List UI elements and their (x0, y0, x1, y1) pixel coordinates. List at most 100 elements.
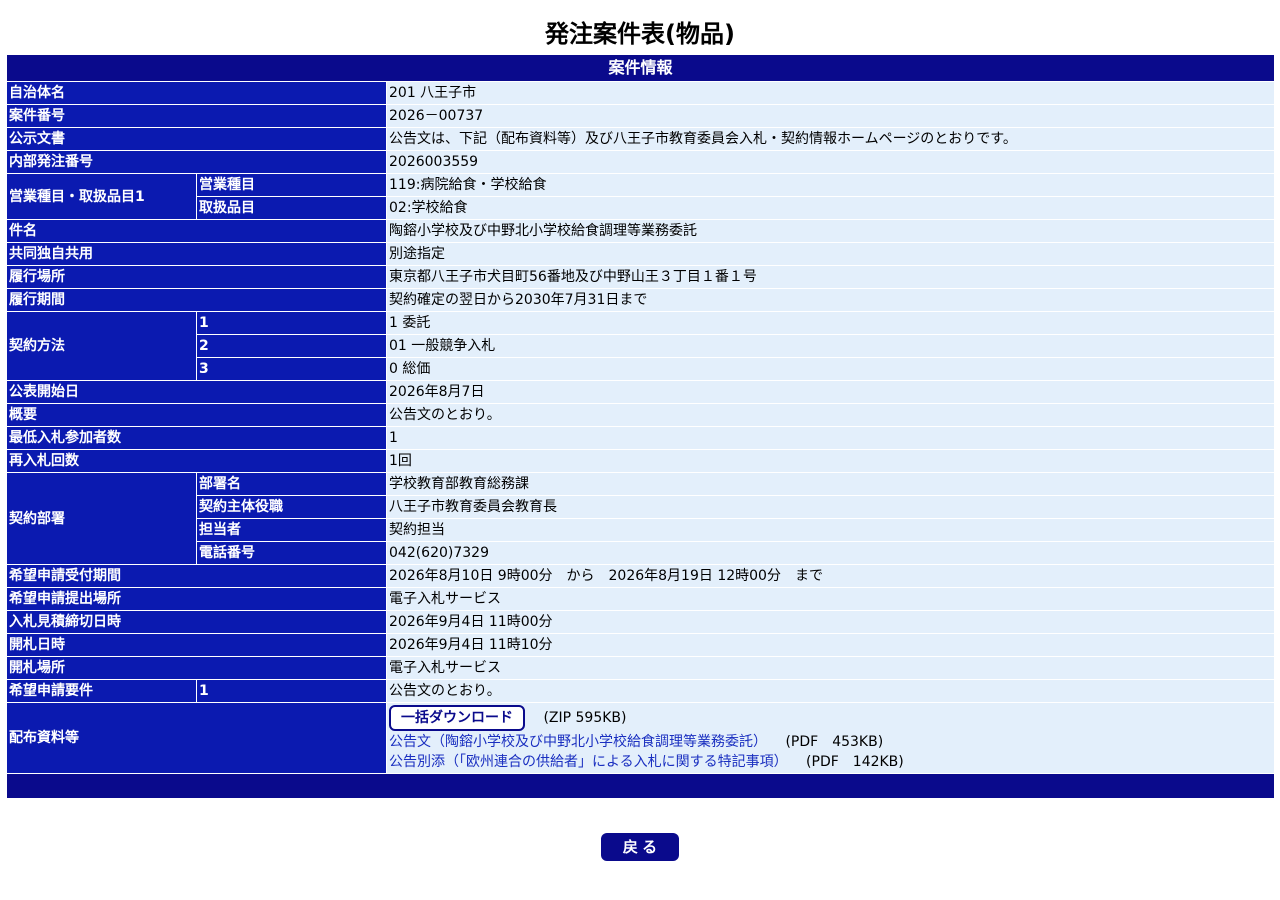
case-info-table: 案件情報 自治体名 201 八王子市 案件番号 2026－00737 公示文書 … (5, 54, 1276, 799)
opening-place-label: 開札場所 (6, 656, 387, 680)
documents-value: 一括ダウンロード (ZIP 595KB) 公告文（陶鎔小学校及び中野北小学校給食… (385, 702, 1276, 774)
case-number-label: 案件番号 (6, 104, 387, 128)
documents-label: 配布資料等 (6, 702, 387, 774)
application-requirements-num: 1 (196, 679, 387, 703)
contract-method-num: 2 (196, 334, 387, 358)
bulk-download-meta: (ZIP 595KB) (543, 710, 627, 726)
application-requirements-value: 公告文のとおり。 (385, 679, 1276, 703)
row-application-period: 希望申請受付期間 2026年8月10日 9時00分 から 2026年8月19日 … (6, 564, 1276, 588)
handled-item-label: 取扱品目 (196, 196, 387, 220)
subject-value: 陶鎔小学校及び中野北小学校給食調理等業務委託 (385, 219, 1276, 243)
department-sub-label: 契約主体役職 (196, 495, 387, 519)
section-header: 案件情報 (5, 54, 1276, 82)
row-municipality: 自治体名 201 八王子市 (6, 81, 1276, 105)
application-requirements-label: 希望申請要件 (6, 679, 197, 703)
rebid-count-value: 1回 (385, 449, 1276, 473)
row-place: 履行場所 東京都八王子市犬目町56番地及び中野山王３丁目１番１号 (6, 265, 1276, 289)
document-link-appendix[interactable]: 公告別添（「欧州連合の供給者」による入札に関する特記事項） (389, 754, 788, 770)
application-place-value: 電子入札サービス (385, 587, 1276, 611)
department-label: 契約部署 (6, 472, 197, 565)
back-button[interactable]: 戻 る (601, 833, 679, 861)
row-public-notice: 公示文書 公告文は、下記（配布資料等）及び八王子市教育委員会入札・契約情報ホーム… (6, 127, 1276, 151)
contract-method-label: 契約方法 (6, 311, 197, 381)
contract-method-value: 0 総価 (385, 357, 1276, 381)
business-type-label: 営業種目 (196, 173, 387, 197)
row-application-requirements: 希望申請要件 1 公告文のとおり。 (6, 679, 1276, 703)
period-label: 履行期間 (6, 288, 387, 312)
row-case-number: 案件番号 2026－00737 (6, 104, 1276, 128)
row-publish-date: 公表開始日 2026年8月7日 (6, 380, 1276, 404)
period-value: 契約確定の翌日から2030年7月31日まで (385, 288, 1276, 312)
row-bid-deadline: 入札見積締切日時 2026年9月4日 11時00分 (6, 610, 1276, 634)
internal-order-number-value: 2026003559 (385, 150, 1276, 174)
row-internal-order-number: 内部発注番号 2026003559 (6, 150, 1276, 174)
page: 発注案件表(物品) 案件情報 自治体名 201 八王子市 案件番号 2026－0… (0, 0, 1280, 900)
table-footer-bar (5, 773, 1276, 799)
table-footer-row (5, 773, 1276, 799)
min-bidders-value: 1 (385, 426, 1276, 450)
municipality-value: 201 八王子市 (385, 81, 1276, 105)
rebid-count-label: 再入札回数 (6, 449, 387, 473)
opening-date-value: 2026年9月4日 11時10分 (385, 633, 1276, 657)
row-department-1: 契約部署 部署名 学校教育部教育総務課 (6, 472, 1276, 565)
document-file-line: 公告別添（「欧州連合の供給者」による入札に関する特記事項） (PDF 142KB… (389, 752, 1272, 772)
department-sub-value: 042(620)7329 (385, 541, 1276, 565)
summary-value: 公告文のとおり。 (385, 403, 1276, 427)
place-label: 履行場所 (6, 265, 387, 289)
row-contract-method-3: 3 0 総価 (7, 357, 1276, 381)
row-business-category-1: 営業種目・取扱品目1 営業種目 119:病院給食・学校給食 (6, 173, 1276, 220)
row-department-4: 電話番号 042(620)7329 (7, 541, 1276, 565)
department-sub-value: 八王子市教育委員会教育長 (385, 495, 1276, 519)
row-opening-place: 開札場所 電子入札サービス (6, 656, 1276, 680)
joint-use-label: 共同独自共用 (6, 242, 387, 266)
contract-method-value: 01 一般競争入札 (385, 334, 1276, 358)
municipality-label: 自治体名 (6, 81, 387, 105)
row-documents: 配布資料等 一括ダウンロード (ZIP 595KB) 公告文（陶鎔小学校及び中野… (6, 702, 1276, 774)
subject-label: 件名 (6, 219, 387, 243)
contract-method-num: 1 (196, 311, 387, 335)
contract-method-num: 3 (196, 357, 387, 381)
place-value: 東京都八王子市犬目町56番地及び中野山王３丁目１番１号 (385, 265, 1276, 289)
summary-label: 概要 (6, 403, 387, 427)
publish-date-value: 2026年8月7日 (385, 380, 1276, 404)
contract-method-value: 1 委託 (385, 311, 1276, 335)
row-min-bidders: 最低入札参加者数 1 (6, 426, 1276, 450)
row-department-3: 担当者 契約担当 (7, 518, 1276, 542)
row-application-place: 希望申請提出場所 電子入札サービス (6, 587, 1276, 611)
row-joint-use: 共同独自共用 別途指定 (6, 242, 1276, 266)
application-period-label: 希望申請受付期間 (6, 564, 387, 588)
min-bidders-label: 最低入札参加者数 (6, 426, 387, 450)
document-meta: (PDF 142KB) (806, 754, 904, 770)
row-summary: 概要 公告文のとおり。 (6, 403, 1276, 427)
document-link-notice[interactable]: 公告文（陶鎔小学校及び中野北小学校給食調理等業務委託） (389, 734, 767, 750)
application-period-value: 2026年8月10日 9時00分 から 2026年8月19日 12時00分 まで (385, 564, 1276, 588)
row-contract-method-2: 2 01 一般競争入札 (7, 334, 1276, 358)
department-sub-label: 電話番号 (196, 541, 387, 565)
publish-date-label: 公表開始日 (6, 380, 387, 404)
row-period: 履行期間 契約確定の翌日から2030年7月31日まで (6, 288, 1276, 312)
internal-order-number-label: 内部発注番号 (6, 150, 387, 174)
row-rebid-count: 再入札回数 1回 (6, 449, 1276, 473)
row-subject: 件名 陶鎔小学校及び中野北小学校給食調理等業務委託 (6, 219, 1276, 243)
business-category-label: 営業種目・取扱品目1 (6, 173, 197, 220)
bid-deadline-label: 入札見積締切日時 (6, 610, 387, 634)
section-header-row: 案件情報 (5, 54, 1276, 82)
bulk-download-button[interactable]: 一括ダウンロード (389, 705, 525, 731)
page-title: 発注案件表(物品) (545, 20, 735, 48)
department-sub-label: 担当者 (196, 518, 387, 542)
bulk-download-line: 一括ダウンロード (ZIP 595KB) (389, 704, 1272, 732)
document-meta: (PDF 453KB) (785, 734, 884, 750)
application-place-label: 希望申請提出場所 (6, 587, 387, 611)
joint-use-value: 別途指定 (385, 242, 1276, 266)
department-sub-value: 学校教育部教育総務課 (385, 472, 1276, 496)
department-sub-value: 契約担当 (385, 518, 1276, 542)
row-contract-method-1: 契約方法 1 1 委託 (6, 311, 1276, 381)
department-sub-label: 部署名 (196, 472, 387, 496)
row-business-category-2: 取扱品目 02:学校給食 (7, 196, 1276, 220)
public-notice-value: 公告文は、下記（配布資料等）及び八王子市教育委員会入札・契約情報ホームページのと… (385, 127, 1276, 151)
opening-place-value: 電子入札サービス (385, 656, 1276, 680)
handled-item-value: 02:学校給食 (385, 196, 1276, 220)
row-opening-date: 開札日時 2026年9月4日 11時10分 (6, 633, 1276, 657)
document-file-line: 公告文（陶鎔小学校及び中野北小学校給食調理等業務委託） (PDF 453KB) (389, 732, 1272, 752)
business-type-value: 119:病院給食・学校給食 (385, 173, 1276, 197)
